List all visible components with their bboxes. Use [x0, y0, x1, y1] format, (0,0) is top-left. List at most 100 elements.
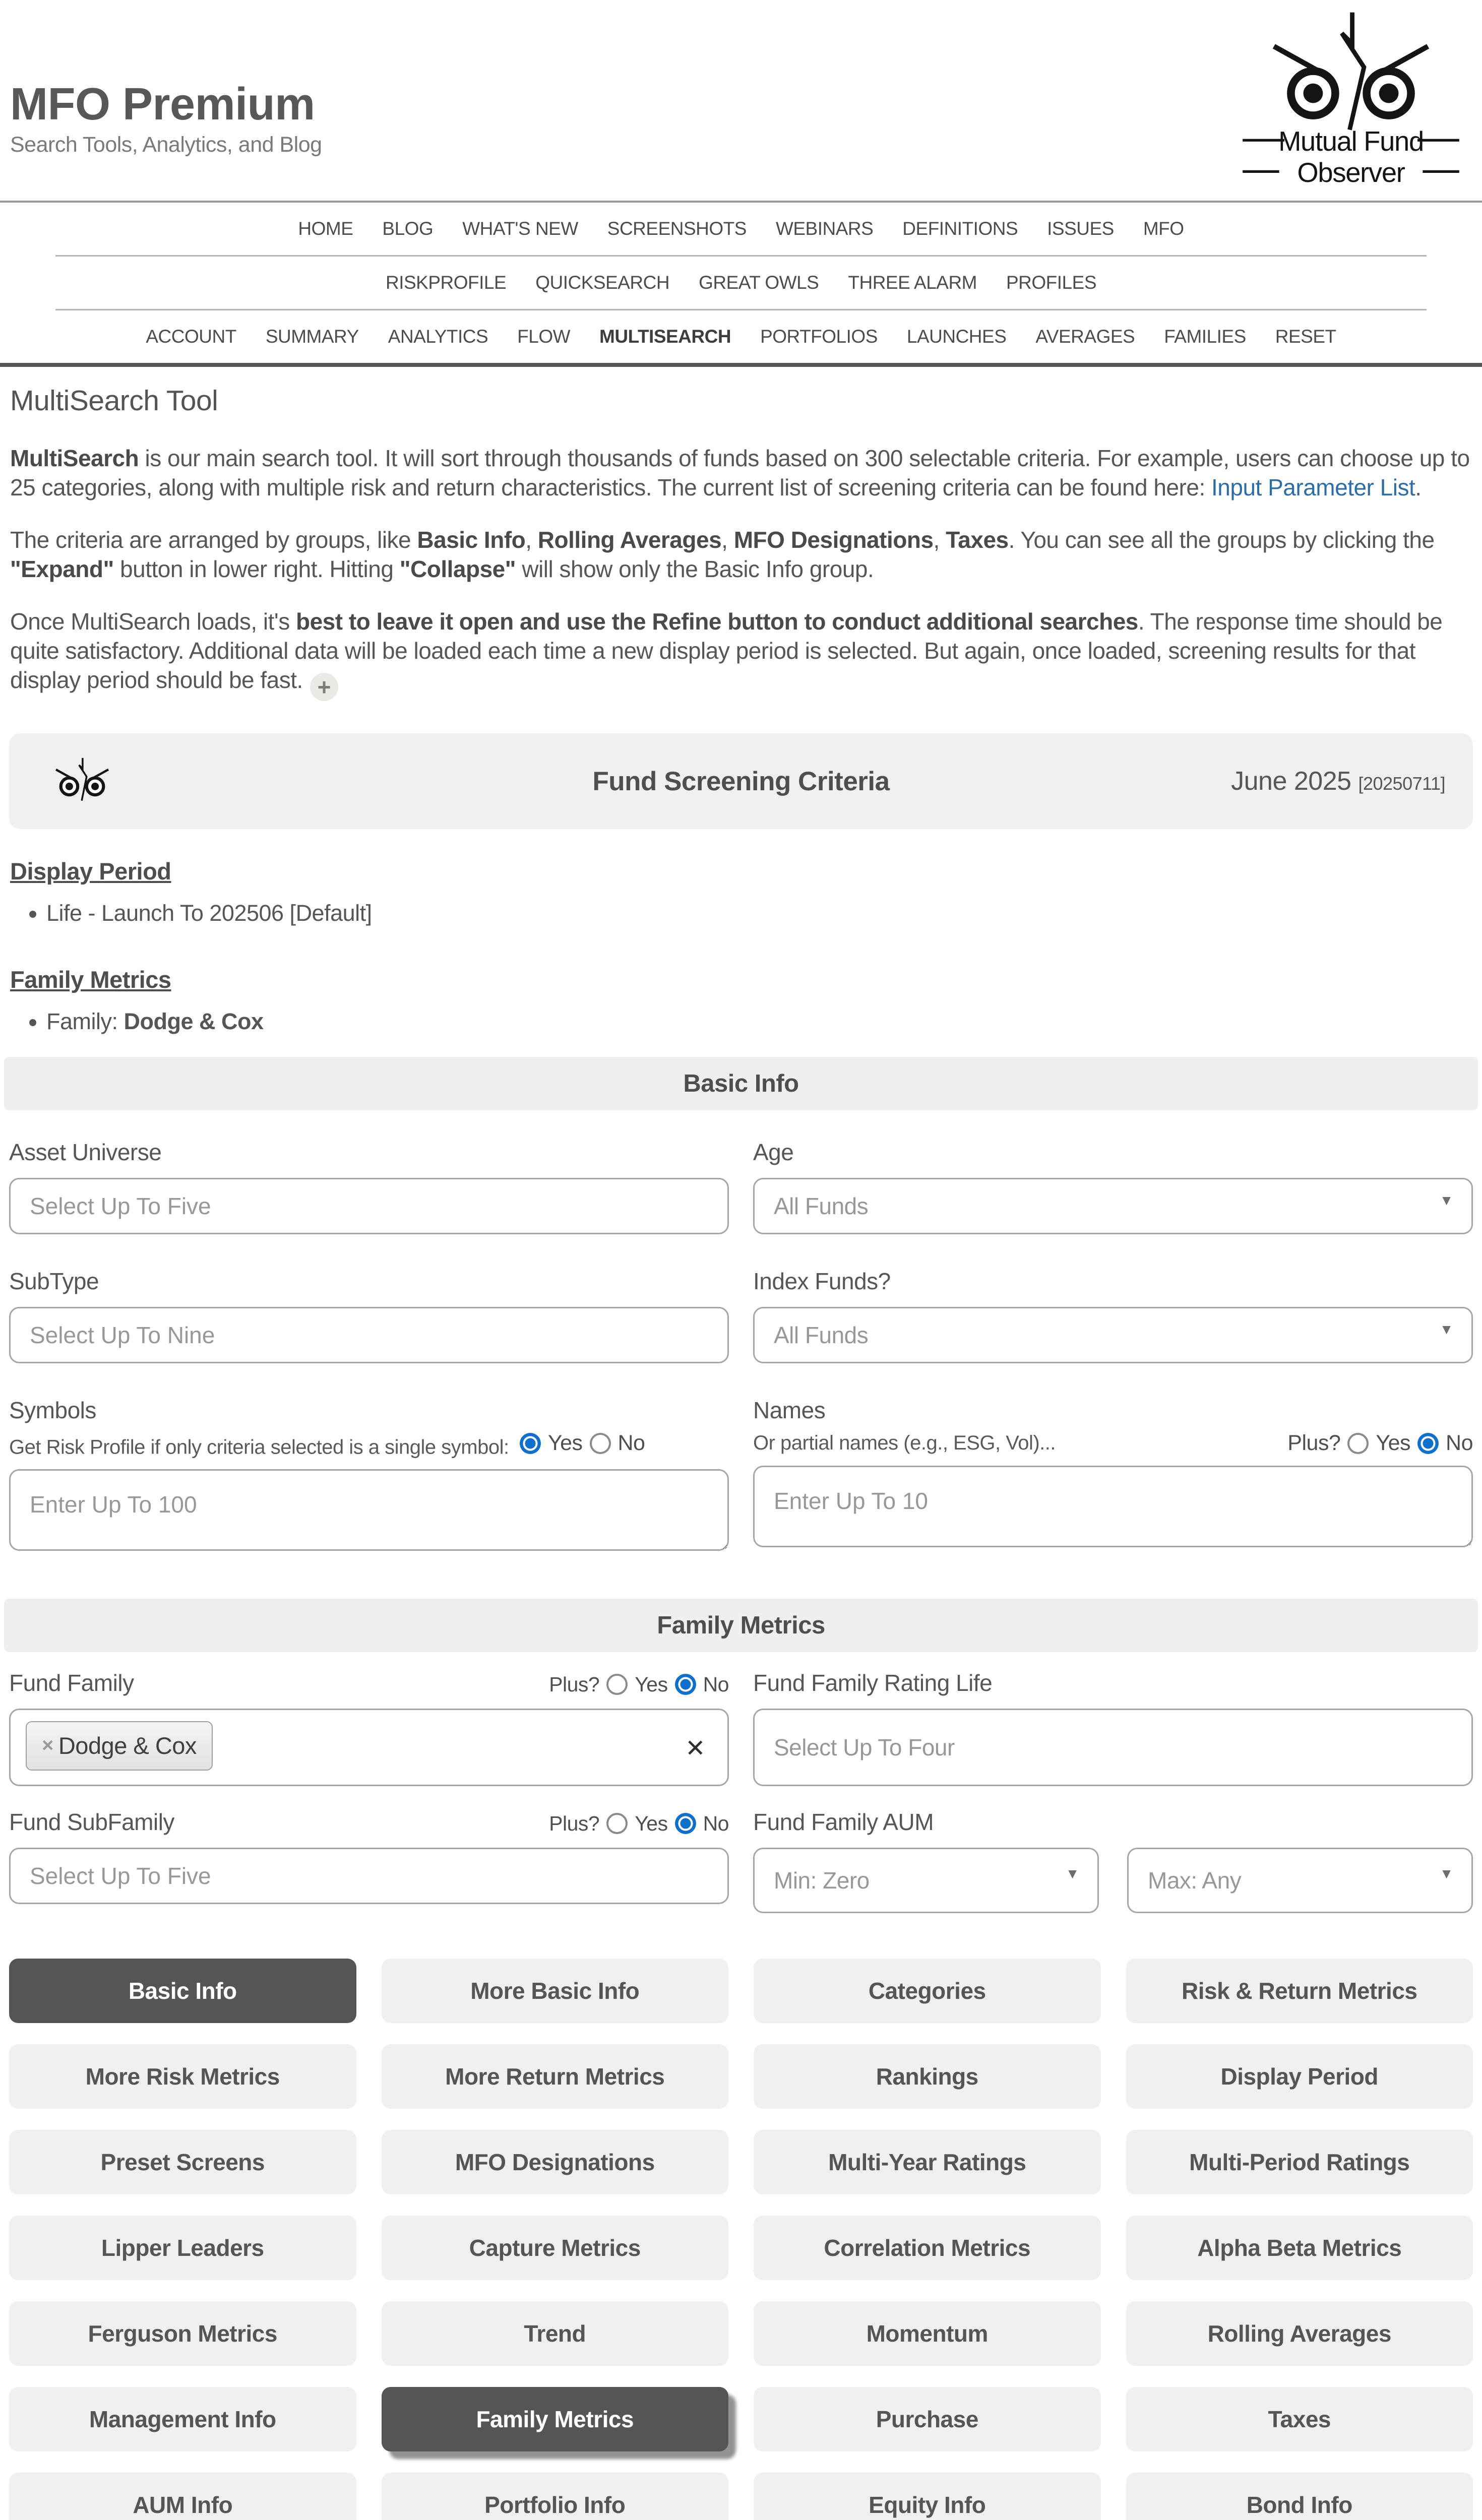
group-button-more-risk-metrics[interactable]: More Risk Metrics [9, 2044, 356, 2109]
group-button-rolling-averages[interactable]: Rolling Averages [1126, 2301, 1473, 2366]
group-button-multi-period-ratings[interactable]: Multi-Period Ratings [1126, 2130, 1473, 2194]
group-button-trend[interactable]: Trend [382, 2301, 729, 2366]
group-button-aum-info[interactable]: AUM Info [9, 2473, 356, 2520]
nav-item-blog[interactable]: BLOG [382, 218, 433, 239]
asset-universe-input[interactable] [9, 1178, 729, 1234]
nav-item-analytics[interactable]: ANALYTICS [388, 326, 488, 347]
nav-item-webinars[interactable]: WEBINARS [776, 218, 873, 239]
nav-item-launches[interactable]: LAUNCHES [907, 326, 1007, 347]
group-button-momentum[interactable]: Momentum [754, 2301, 1101, 2366]
index-funds-label: Index Funds? [753, 1268, 1473, 1295]
risk-profile-yes-radio[interactable] [520, 1433, 541, 1454]
nav-item-definitions[interactable]: DEFINITIONS [902, 218, 1018, 239]
nav-item-mfo[interactable]: MFO [1143, 218, 1184, 239]
nav-item-screenshots[interactable]: SCREENSHOTS [607, 218, 747, 239]
group-button-alpha-beta-metrics[interactable]: Alpha Beta Metrics [1126, 2216, 1473, 2280]
fund-screening-criteria-bar: Fund Screening Criteria June 2025 [20250… [9, 733, 1473, 829]
group-button-portfolio-info[interactable]: Portfolio Info [382, 2473, 729, 2520]
subtype-input[interactable] [9, 1307, 729, 1363]
nav-item-averages[interactable]: AVERAGES [1035, 326, 1135, 347]
fund-family-field: Fund Family Plus? Yes No ×Dodge & Cox ✕ [9, 1669, 729, 1786]
nav-item-flow[interactable]: FLOW [517, 326, 570, 347]
nav-item-three-alarm[interactable]: THREE ALARM [848, 272, 977, 293]
group-button-preset-screens[interactable]: Preset Screens [9, 2130, 356, 2194]
nav-item-quicksearch[interactable]: QUICKSEARCH [535, 272, 669, 293]
nav-item-account[interactable]: ACCOUNT [146, 326, 236, 347]
symbols-textarea[interactable] [9, 1469, 729, 1551]
group-button-capture-metrics[interactable]: Capture Metrics [382, 2216, 729, 2280]
rating-life-label-row: Fund Family Rating Life [753, 1669, 1473, 1696]
fund-family-tag[interactable]: ×Dodge & Cox [26, 1721, 213, 1771]
tag-remove-icon[interactable]: × [42, 1734, 53, 1757]
nav-bottom-divider [0, 363, 1482, 367]
group-button-basic-info[interactable]: Basic Info [9, 1959, 356, 2023]
aum-min-select[interactable]: Min: Zero▼ [753, 1848, 1099, 1913]
age-select[interactable]: All Funds▼ [753, 1178, 1473, 1234]
logo-caption-line2: Observer [1297, 157, 1405, 188]
index-funds-select[interactable]: All Funds▼ [753, 1307, 1473, 1363]
nav-item-reset[interactable]: RESET [1275, 326, 1336, 347]
expand-plus-icon[interactable]: + [310, 673, 338, 701]
group-button-multi-year-ratings[interactable]: Multi-Year Ratings [754, 2130, 1101, 2194]
group-button-taxes[interactable]: Taxes [1126, 2387, 1473, 2451]
nav-item-whats-new[interactable]: WHAT'S NEW [462, 218, 578, 239]
index-funds-field: Index Funds? All Funds▼ [753, 1268, 1473, 1363]
subfamily-label-row: Fund SubFamily Plus? Yes No [9, 1808, 729, 1836]
risk-profile-no-radio[interactable] [590, 1433, 611, 1454]
group-button-purchase[interactable]: Purchase [754, 2387, 1101, 2451]
group-button-ferguson-metrics[interactable]: Ferguson Metrics [9, 2301, 356, 2366]
names-helper-text: Or partial names (e.g., ESG, Vol)... [753, 1432, 1056, 1455]
group-button-categories[interactable]: Categories [754, 1959, 1101, 2023]
symbols-field: Symbols Get Risk Profile if only criteri… [9, 1397, 729, 1553]
group-button-lipper-leaders[interactable]: Lipper Leaders [9, 2216, 356, 2280]
subtype-label: SubType [9, 1268, 729, 1295]
input-parameter-list-link[interactable]: Input Parameter List [1211, 474, 1415, 500]
intro-paragraph-2: The criteria are arranged by groups, lik… [10, 525, 1472, 584]
group-button-more-return-metrics[interactable]: More Return Metrics [382, 2044, 729, 2109]
aum-field: Fund Family AUM Min: Zero▼ Max: Any▼ [753, 1808, 1473, 1913]
nav-item-issues[interactable]: ISSUES [1047, 218, 1114, 239]
group-button-equity-info[interactable]: Equity Info [754, 2473, 1101, 2520]
mfo-owl-logo-icon: Mutual Fund Observer [1240, 9, 1462, 193]
main-nav: HOME BLOG WHAT'S NEW SCREENSHOTS WEBINAR… [0, 203, 1482, 363]
fund-family-multiselect[interactable]: ×Dodge & Cox ✕ [9, 1709, 729, 1786]
nav-row-blog: HOME BLOG WHAT'S NEW SCREENSHOTS WEBINAR… [0, 203, 1482, 255]
group-button-risk-return-metrics[interactable]: Risk & Return Metrics [1126, 1959, 1473, 2023]
nav-item-multisearch[interactable]: MULTISEARCH [599, 326, 731, 347]
names-helper-row: Or partial names (e.g., ESG, Vol)... Plu… [753, 1431, 1473, 1456]
names-textarea[interactable] [753, 1466, 1473, 1547]
group-button-bond-info[interactable]: Bond Info [1126, 2473, 1473, 2520]
group-button-more-basic-info[interactable]: More Basic Info [382, 1959, 729, 2023]
group-button-rankings[interactable]: Rankings [754, 2044, 1101, 2109]
group-button-correlation-metrics[interactable]: Correlation Metrics [754, 2216, 1101, 2280]
group-button-family-metrics[interactable]: Family Metrics [382, 2387, 729, 2451]
nav-item-riskprofile[interactable]: RISKPROFILE [386, 272, 506, 293]
clear-selection-icon[interactable]: ✕ [685, 1734, 712, 1762]
fund-family-plus-yes-radio[interactable] [606, 1674, 628, 1695]
nav-item-profiles[interactable]: PROFILES [1006, 272, 1096, 293]
names-plus-yes-radio[interactable] [1347, 1433, 1369, 1454]
section-header-family-metrics: Family Metrics [4, 1599, 1478, 1652]
group-button-management-info[interactable]: Management Info [9, 2387, 356, 2451]
subfamily-plus-yes-radio[interactable] [606, 1813, 628, 1834]
nav-item-portfolios[interactable]: PORTFOLIOS [760, 326, 878, 347]
intro-paragraph-1: MultiSearch is our main search tool. It … [10, 444, 1472, 502]
rating-life-input[interactable]: Select Up To Four [753, 1709, 1473, 1786]
subfamily-plus-no-radio[interactable] [675, 1813, 696, 1834]
intro-paragraph-3: Once MultiSearch loads, it's best to lea… [10, 607, 1472, 701]
nav-item-great-owls[interactable]: GREAT OWLS [699, 272, 819, 293]
aum-max-select[interactable]: Max: Any▼ [1127, 1848, 1473, 1913]
group-button-display-period[interactable]: Display Period [1126, 2044, 1473, 2109]
names-field: Names Or partial names (e.g., ESG, Vol).… [753, 1397, 1473, 1553]
nav-item-home[interactable]: HOME [298, 218, 353, 239]
chevron-down-icon: ▼ [1440, 1321, 1453, 1338]
nav-item-families[interactable]: FAMILIES [1164, 326, 1246, 347]
criteria-group-grid: Basic Info More Basic Info Categories Ri… [0, 1913, 1482, 2520]
group-button-mfo-designations[interactable]: MFO Designations [382, 2130, 729, 2194]
subfamily-input[interactable] [9, 1848, 729, 1904]
names-plus-no-radio[interactable] [1417, 1433, 1439, 1454]
current-selections: Display Period Life - Launch To 202506 [… [0, 829, 1482, 1037]
fund-family-plus-no-radio[interactable] [675, 1674, 696, 1695]
nav-item-summary[interactable]: SUMMARY [266, 326, 359, 347]
subfamily-field: Fund SubFamily Plus? Yes No [9, 1808, 729, 1913]
